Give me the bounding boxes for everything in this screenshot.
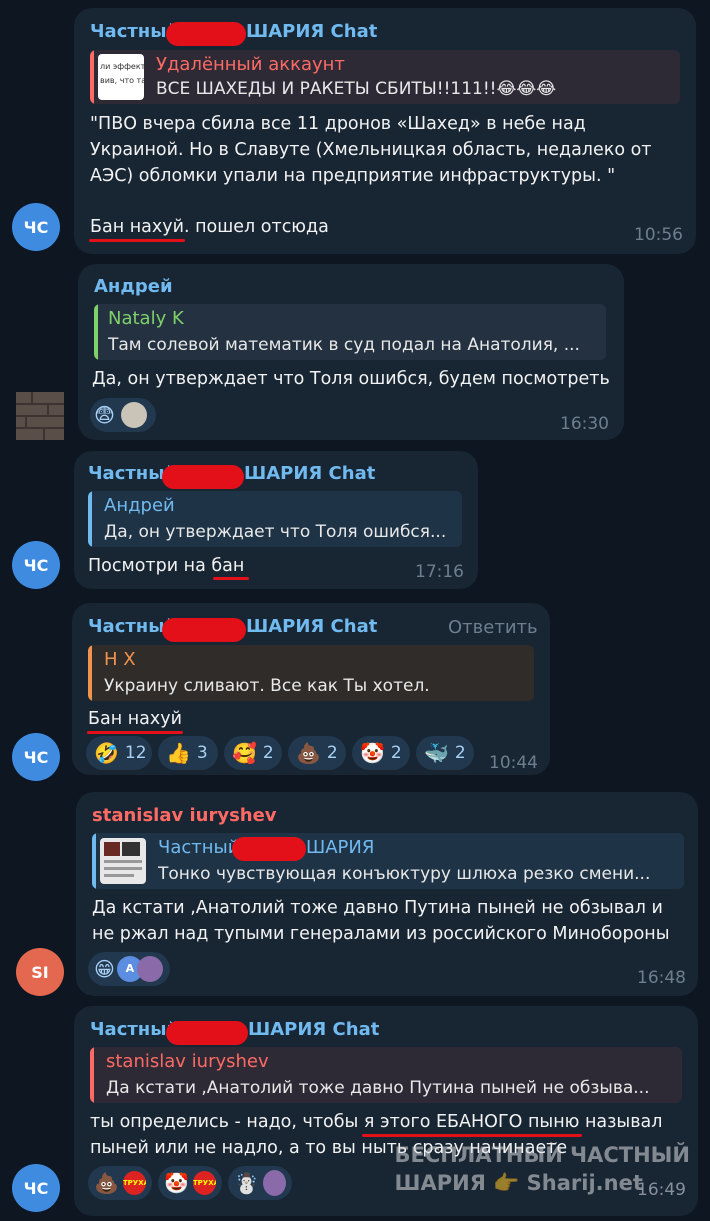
quote-text: Там солевой математик в суд подал на Ана… (108, 335, 580, 355)
message-time: 16:48 (637, 968, 686, 988)
redaction-mark (166, 22, 246, 46)
poop-icon: 💩 (94, 1171, 119, 1195)
smiling-hearts-icon: 🥰 (232, 741, 257, 765)
message-time: 16:49 (637, 1180, 686, 1200)
highlight-underline (87, 731, 183, 734)
reaction-count: 3 (196, 743, 208, 763)
reactor-avatar (136, 956, 163, 982)
quote-author: Н Х (104, 649, 136, 670)
sender-name-suffix[interactable]: ШАРИЯ Chat (248, 1019, 379, 1040)
quote-author: Андрей (104, 495, 175, 516)
quote-bar (88, 491, 92, 547)
quote-text: Украину сливают. Все как Ты хотел. (104, 676, 430, 696)
redaction-mark (162, 618, 246, 642)
clown-icon: 🤡 (360, 741, 385, 765)
sender-name[interactable]: stanislav iuryshev (92, 805, 277, 826)
reaction-count: 12 (124, 743, 147, 763)
redaction-mark (162, 465, 244, 489)
message-text-last: Бан нахуй. пошел отсюда (90, 217, 329, 237)
reply-quote[interactable]: ли эффекти вив, что та Удалённый аккаунт… (90, 50, 680, 104)
quote-author: Удалённый аккаунт (156, 54, 345, 75)
avatar[interactable]: ЧС (12, 203, 60, 251)
message-time: 10:44 (489, 753, 538, 773)
clown-icon: 🤡 (164, 1171, 189, 1195)
sender-name-suffix[interactable]: ШАРИЯ Chat (246, 21, 377, 42)
reply-quote[interactable]: stanislav iuryshev Да кстати ,Анатолий т… (90, 1047, 682, 1103)
reaction-chip[interactable]: 👍 3 (158, 736, 218, 770)
redaction-mark (166, 1021, 248, 1045)
thumbs-up-icon: 👍 (166, 741, 191, 765)
reaction-chip[interactable]: 😨 (90, 398, 156, 432)
reply-quote[interactable]: Частный ШАРИЯ Тонко чувствующая конъюкту… (92, 833, 684, 889)
rofl-icon: 🤣 (94, 741, 119, 765)
quote-thumbnail (100, 838, 146, 884)
quote-text: Да кстати ,Анатолий тоже давно Путина пы… (106, 1078, 650, 1098)
grinning-face-icon: 😁 (94, 957, 115, 981)
quote-bar (92, 833, 96, 889)
quote-text: ВСЕ ШАХЕДЫ И РАКЕТЫ СБИТЫ!!111!!😂😂😂 (156, 79, 557, 99)
reaction-chip[interactable]: 🐳 2 (416, 736, 474, 770)
avatar[interactable]: ЧС (12, 733, 60, 781)
reaction-count: 2 (262, 743, 274, 763)
reaction-chip[interactable]: 🥰 2 (224, 736, 282, 770)
reaction-chip[interactable]: 🤡 2 (352, 736, 410, 770)
reaction-count: 2 (454, 743, 466, 763)
message-time: 17:16 (415, 562, 464, 582)
brick-photo-icon (16, 392, 64, 440)
reactor-avatar (120, 402, 147, 428)
quote-bar (90, 50, 94, 104)
sender-name[interactable]: Андрей (94, 276, 173, 297)
poop-icon: 💩 (296, 741, 321, 765)
redaction-mark (232, 837, 306, 861)
highlight-underline (362, 1134, 582, 1137)
reaction-chip[interactable]: ☃️ (228, 1166, 292, 1200)
sticker-truha-icon: ТРУХА (192, 1171, 216, 1195)
message-text: Посмотри на бан (88, 556, 245, 576)
quote-author-suffix: ШАРИЯ (306, 837, 375, 858)
message-time: 10:56 (634, 225, 683, 245)
avatar[interactable] (16, 392, 64, 440)
snowman-icon: ☃️ (234, 1171, 259, 1195)
reaction-chip[interactable]: 💩 2 (288, 736, 346, 770)
message-text: Бан нахуй (88, 709, 182, 729)
quote-author: Частный (158, 837, 240, 858)
quote-thumbnail: ли эффекти вив, что та (98, 54, 144, 100)
highlight-underline (213, 577, 249, 580)
sender-name-suffix[interactable]: ШАРИЯ Chat (244, 463, 375, 484)
message-text: Да кстати ,Анатолий тоже давно Путина пы… (92, 898, 670, 944)
reply-button[interactable]: Ответить (448, 617, 538, 638)
quote-bar (94, 304, 98, 360)
reply-quote[interactable]: Н Х Украину сливают. Все как Ты хотел. (88, 645, 534, 701)
message-text: "ПВО вчера сбила все 11 дронов «Шахед» в… (90, 114, 652, 186)
reaction-chip[interactable]: 😁 A (88, 952, 170, 986)
quote-text: Да, он утверждает что Толя ошибся... (104, 522, 447, 542)
quote-author: Nataly K (108, 308, 184, 329)
reply-quote[interactable]: Nataly K Там солевой математик в суд под… (94, 304, 606, 360)
sender-name-suffix[interactable]: ШАРИЯ Chat (246, 616, 377, 637)
reply-quote[interactable]: Андрей Да, он утверждает что Толя ошибся… (88, 491, 462, 547)
message-text: Да, он утверждает что Толя ошибся, будем… (92, 369, 610, 389)
highlight-underline (89, 239, 185, 242)
reaction-chip[interactable]: 💩 ТРУХА (88, 1166, 152, 1200)
quote-bar (90, 1047, 94, 1103)
reaction-count: 2 (326, 743, 338, 763)
quote-text: Тонко чувствующая конъюктуру шлюха резко… (158, 864, 651, 884)
avatar[interactable]: ЧС (12, 1164, 60, 1212)
avatar[interactable]: ЧС (12, 541, 60, 589)
message-time: 16:30 (560, 414, 609, 434)
reaction-chip[interactable]: 🤣 12 (86, 736, 152, 770)
reaction-chip[interactable]: 🤡 ТРУХА (158, 1166, 222, 1200)
reactor-avatar (262, 1170, 286, 1196)
quote-author: stanislav iuryshev (106, 1051, 269, 1072)
quote-bar (88, 645, 92, 701)
reaction-count: 2 (390, 743, 402, 763)
fearful-face-icon: 😨 (94, 403, 115, 427)
sticker-truha-icon: ТРУХА (122, 1171, 146, 1195)
avatar[interactable]: SI (16, 948, 64, 996)
whale-icon: 🐳 (424, 741, 449, 765)
